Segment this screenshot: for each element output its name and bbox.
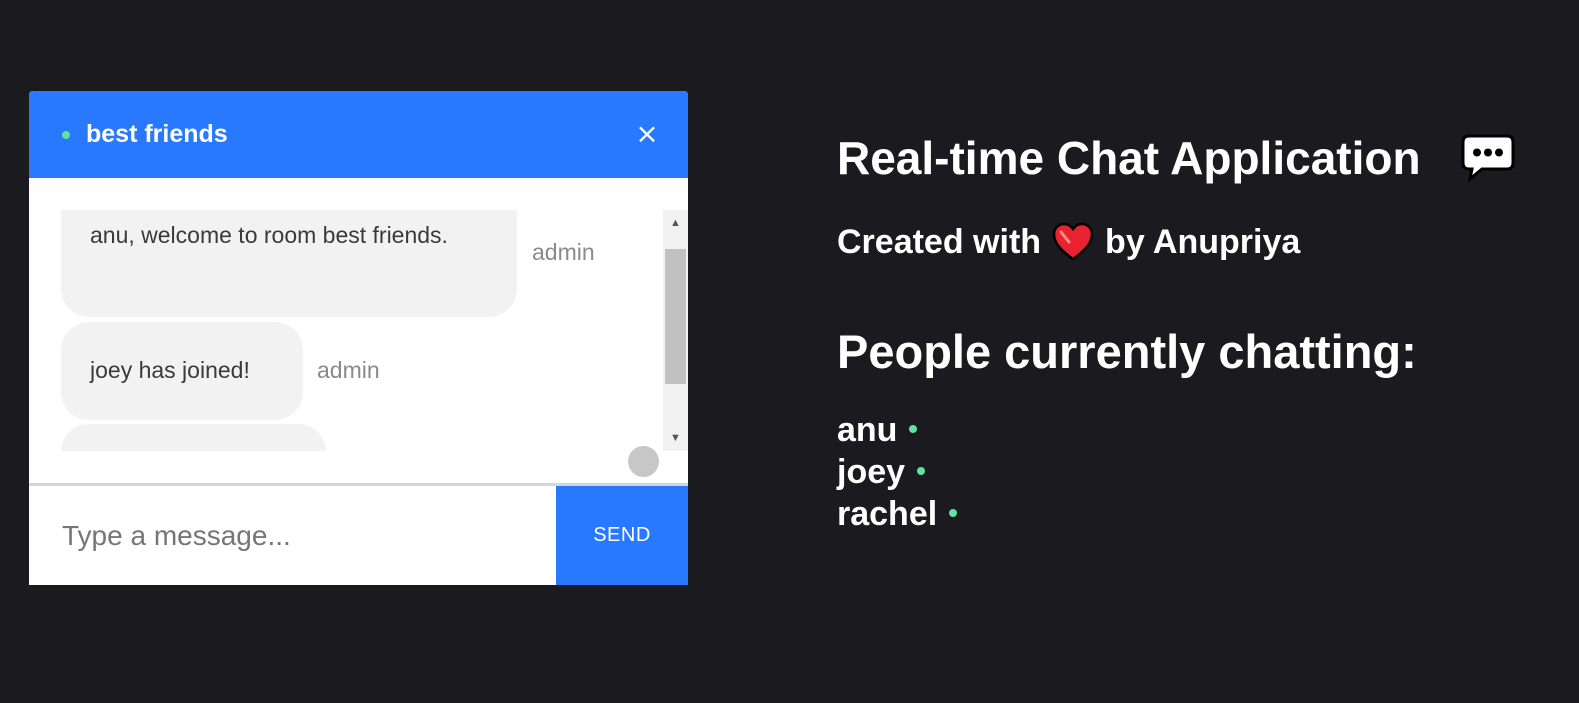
close-icon[interactable]: × xyxy=(635,119,659,149)
message-text: joey has joined! xyxy=(90,357,250,383)
message-scrollbar[interactable]: ▲ ▼ xyxy=(663,210,688,451)
message-list[interactable]: anu, welcome to room best friends. admin… xyxy=(29,210,663,451)
user-list-item: joey xyxy=(837,452,957,494)
online-indicator-icon xyxy=(917,467,926,475)
credit-suffix: by Anupriya xyxy=(1105,223,1301,261)
message-bubble: anu, welcome to room best friends. xyxy=(61,210,517,317)
chat-window: best friends × anu, welcome to room best… xyxy=(29,91,688,585)
user-list: anu joey rachel xyxy=(837,410,958,536)
online-indicator-icon xyxy=(949,509,958,517)
user-name: rachel xyxy=(837,495,938,533)
people-heading: People currently chatting: xyxy=(837,325,1417,378)
credit-line: Created with by Anupriya xyxy=(837,221,1300,263)
message-sender: admin xyxy=(532,239,595,265)
user-name: joey xyxy=(837,453,906,491)
send-button[interactable]: SEND xyxy=(556,486,688,585)
user-name: anu xyxy=(837,411,898,449)
user-list-item: anu xyxy=(837,410,957,452)
message-sender: admin xyxy=(317,357,380,383)
message-input[interactable] xyxy=(29,486,556,585)
speech-bubble-icon xyxy=(1461,134,1515,183)
online-indicator-icon xyxy=(909,425,918,433)
credit-prefix: Created with xyxy=(837,223,1042,261)
message-text: anu, welcome to room best friends. xyxy=(90,222,448,248)
user-list-item: rachel xyxy=(837,494,958,536)
chat-header: best friends × xyxy=(29,91,688,178)
online-indicator-icon xyxy=(62,131,70,139)
heart-icon xyxy=(1051,221,1095,263)
room-name: best friends xyxy=(86,120,228,148)
scroll-down-arrow-icon[interactable]: ▼ xyxy=(663,425,688,451)
scroll-to-bottom-button[interactable] xyxy=(628,446,659,477)
message-bubble: joey has joined! xyxy=(61,322,303,420)
message-bubble xyxy=(61,424,326,451)
scroll-thumb[interactable] xyxy=(665,249,686,384)
scroll-up-arrow-icon[interactable]: ▲ xyxy=(663,210,688,236)
page-title: Real-time Chat Application xyxy=(837,132,1421,184)
